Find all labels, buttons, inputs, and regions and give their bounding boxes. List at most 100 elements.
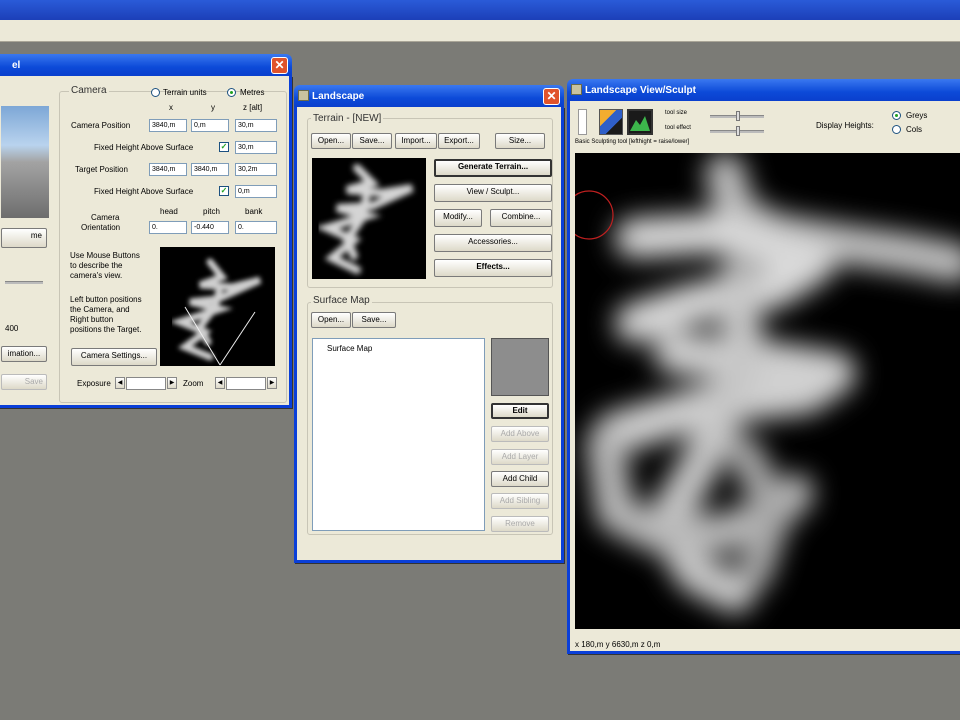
exposure-left-arrow-icon[interactable]: ◀ <box>115 377 125 389</box>
add-child-button[interactable]: Add Child <box>491 471 549 487</box>
edit-layer-button[interactable]: Edit <box>491 403 549 419</box>
close-icon[interactable]: ✕ <box>543 88 560 105</box>
fixed-height-camera-value[interactable]: 30,m <box>235 141 277 154</box>
camera-position-label: Camera Position <box>71 121 131 130</box>
terrain-thumbnail-icon <box>169 258 262 366</box>
tool-size-knob[interactable] <box>736 111 740 121</box>
zoom-label: Zoom <box>183 379 204 388</box>
cols-radio[interactable] <box>892 125 901 134</box>
camera-window-titlebar[interactable]: el ✕ <box>0 54 292 76</box>
terrain-units-label: Terrain units <box>163 88 207 97</box>
terrain-units-radio[interactable] <box>151 88 160 97</box>
remove-layer-button[interactable]: Remove <box>491 516 549 532</box>
camera-pos-y[interactable]: 0,m <box>191 119 229 132</box>
terrain-size-button[interactable]: Size... <box>495 133 545 149</box>
target-position-label: Target Position <box>75 165 128 174</box>
landscape-app-icon <box>298 90 309 101</box>
terrain-group-label: Terrain - [NEW] <box>311 113 384 124</box>
effects-button[interactable]: Effects... <box>434 259 552 277</box>
sky-preview-image <box>1 106 49 218</box>
app-toolbar-strip <box>0 20 960 42</box>
help-line-4: Left button positions <box>70 295 142 304</box>
sculpt-handle-icon[interactable] <box>578 109 587 135</box>
orientation-label-1: Camera <box>91 213 120 222</box>
sculpt-app-icon <box>571 84 582 95</box>
terrain-preview <box>312 158 426 279</box>
animation-button[interactable]: imation... <box>1 346 47 362</box>
target-pos-x[interactable]: 3840,m <box>149 163 187 176</box>
add-above-button[interactable]: Add Above <box>491 426 549 442</box>
surface-save-button[interactable]: Save... <box>352 312 396 328</box>
exposure-value[interactable] <box>126 377 166 390</box>
metres-radio[interactable] <box>227 88 236 97</box>
terrain-import-button[interactable]: Import... <box>395 133 437 149</box>
fixed-height-target-value[interactable]: 0,m <box>235 185 277 198</box>
camera-view-map[interactable] <box>160 247 275 366</box>
fixed-height-target-label: Fixed Height Above Surface <box>94 187 194 196</box>
fixed-height-target-checkbox[interactable]: ✓ <box>219 186 229 196</box>
target-pos-z[interactable]: 30,2m <box>235 163 277 176</box>
help-line-6: Right button <box>70 315 114 324</box>
terrain-heightmap-icon <box>575 153 960 613</box>
quality-value: 400 <box>5 324 19 333</box>
render-button[interactable]: me <box>1 228 47 248</box>
sculpt-tool-icon[interactable] <box>599 109 623 135</box>
zoom-right-arrow-icon[interactable]: ▶ <box>267 377 277 389</box>
help-line-1: Use Mouse Buttons <box>70 251 140 260</box>
mountain-icon <box>630 116 650 131</box>
exposure-right-arrow-icon[interactable]: ▶ <box>167 377 177 389</box>
camera-settings-button[interactable]: Camera Settings... <box>71 348 157 366</box>
camera-group-label: Camera <box>69 85 109 96</box>
sculpt-canvas[interactable] <box>575 153 960 629</box>
target-pos-y[interactable]: 3840,m <box>191 163 229 176</box>
display-heights-label: Display Heights: <box>816 121 874 130</box>
generate-terrain-button[interactable]: Generate Terrain... <box>434 159 552 177</box>
sculpt-window: Landscape View/Sculpt tool size tool eff… <box>567 79 960 654</box>
camera-pos-x[interactable]: 3840,m <box>149 119 187 132</box>
zoom-value[interactable] <box>226 377 266 390</box>
accessories-button[interactable]: Accessories... <box>434 234 552 252</box>
terrain-export-button[interactable]: Export... <box>438 133 480 149</box>
quality-slider[interactable] <box>5 281 43 284</box>
col-x-header: x <box>169 103 173 112</box>
tool-size-label: tool size <box>665 110 688 116</box>
surface-open-button[interactable]: Open... <box>311 312 351 328</box>
terrain-save-button[interactable]: Save... <box>352 133 392 149</box>
bank-header: bank <box>245 207 263 216</box>
surface-map-tree[interactable]: Surface Map <box>312 338 485 531</box>
camera-window-title: el <box>12 60 21 71</box>
modify-button[interactable]: Modify... <box>434 209 482 227</box>
tool-effect-slider[interactable] <box>710 126 764 136</box>
add-layer-button[interactable]: Add Layer <box>491 449 549 465</box>
zoom-left-arrow-icon[interactable]: ◀ <box>215 377 225 389</box>
tool-effect-label: tool effect <box>665 125 691 131</box>
landscape-window-titlebar[interactable]: Landscape ✕ <box>294 85 564 107</box>
save-render-button[interactable]: Save <box>1 374 47 390</box>
terrain-tool-icon[interactable] <box>627 109 653 135</box>
help-line-3: camera's view. <box>70 271 123 280</box>
tree-item-surface-map[interactable]: Surface Map <box>327 344 372 353</box>
tool-size-slider[interactable] <box>710 111 764 121</box>
orient-bank[interactable]: 0. <box>235 221 277 234</box>
orient-head[interactable]: 0. <box>149 221 187 234</box>
fixed-height-camera-checkbox[interactable]: ✓ <box>219 142 229 152</box>
fixed-height-camera-label: Fixed Height Above Surface <box>94 143 194 152</box>
combine-button[interactable]: Combine... <box>490 209 552 227</box>
app-title-bar <box>0 0 960 20</box>
col-y-header: y <box>211 103 215 112</box>
tool-effect-knob[interactable] <box>736 126 740 136</box>
sculpt-brush-cursor <box>575 190 614 240</box>
landscape-window: Landscape ✕ Terrain - [NEW] Open... Save… <box>294 85 564 563</box>
orient-pitch[interactable]: -0.440 <box>191 221 229 234</box>
add-sibling-button[interactable]: Add Sibling <box>491 493 549 509</box>
landscape-window-title: Landscape <box>312 91 365 102</box>
terrain-open-button[interactable]: Open... <box>311 133 351 149</box>
sculpt-window-title: Landscape View/Sculpt <box>585 85 696 96</box>
close-icon[interactable]: ✕ <box>271 57 288 74</box>
camera-pos-z[interactable]: 30,m <box>235 119 277 132</box>
sculpt-window-titlebar[interactable]: Landscape View/Sculpt <box>567 79 960 101</box>
sculpt-status-text: Basic Sculpting tool [lefthight = raise/… <box>575 139 690 145</box>
view-sculpt-button[interactable]: View / Sculpt... <box>434 184 552 202</box>
greys-radio[interactable] <box>892 111 901 120</box>
cols-label: Cols <box>906 125 923 134</box>
